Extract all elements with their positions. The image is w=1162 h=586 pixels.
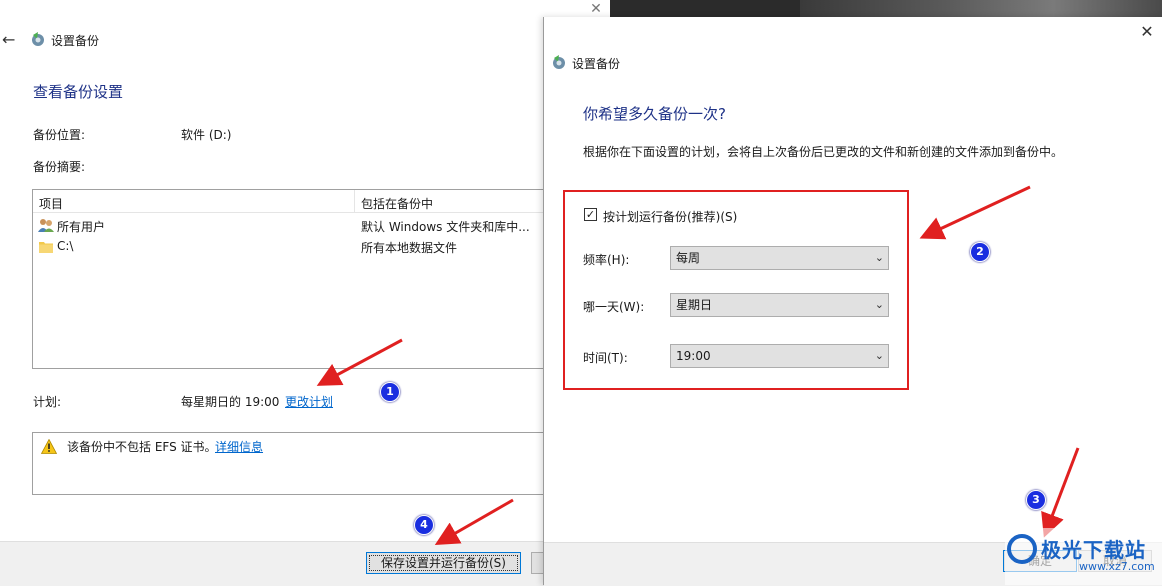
dialog-title: 设置备份 (572, 57, 621, 71)
table-row[interactable]: 所有用户 默认 Windows 文件夹和库中... (37, 217, 597, 235)
step-badge-2: 2 (970, 242, 990, 262)
row-included-value: 所有本地数据文件 (361, 241, 458, 255)
dialog-description: 根据你在下面设置的计划，会将自上次备份后已更改的文件和新创建的文件添加到备份中。 (583, 145, 1064, 159)
watermark-main-text: 极光下载站 (1041, 538, 1146, 562)
background-desktop-strip (610, 0, 1162, 18)
dialog-heading: 你希望多久备份一次? (583, 105, 726, 123)
folder-icon (39, 242, 53, 253)
page-title: 查看备份设置 (33, 83, 124, 101)
save-and-run-backup-button[interactable]: 保存设置并运行备份(S) (366, 552, 521, 574)
schedule-value: 每星期日的 19:00 (181, 395, 280, 409)
users-icon (38, 219, 54, 232)
column-header-item[interactable]: 项目 (39, 195, 63, 212)
table-row[interactable]: C:\ 所有本地数据文件 (37, 238, 597, 256)
row-item-name: 所有用户 (57, 220, 106, 234)
column-header-included[interactable]: 包括在备份中 (361, 195, 433, 212)
backup-summary-label: 备份摘要: (33, 160, 86, 174)
backup-app-icon (553, 55, 565, 69)
warning-icon (41, 439, 57, 454)
back-arrow-icon[interactable]: ← (2, 30, 15, 49)
backup-location-value: 软件 (D:) (181, 128, 232, 142)
watermark: 极光下载站 www.xz7.com (1005, 528, 1162, 585)
row-item-name: C:\ (57, 239, 74, 253)
backup-location-label: 备份位置: (33, 128, 86, 142)
backup-settings-window: ← 设置备份 查看备份设置 备份位置: 软件 (D:) 备份摘要: 项目 包括在… (0, 0, 610, 586)
step-badge-3: 3 (1026, 490, 1046, 510)
change-schedule-link[interactable]: 更改计划 (285, 393, 333, 410)
highlight-box (563, 190, 909, 390)
row-included-value: 默认 Windows 文件夹和库中... (361, 220, 530, 234)
details-link[interactable]: 详细信息 (215, 438, 263, 455)
table-header: 项目 包括在备份中 (33, 190, 609, 213)
watermark-logo-icon (1007, 534, 1037, 564)
summary-table: 项目 包括在备份中 所有用户 默认 Windows 文件夹和库中... C:\ … (32, 189, 610, 369)
step-badge-1: 1 (380, 382, 400, 402)
window-title: 设置备份 (51, 34, 100, 48)
close-icon[interactable]: ✕ (586, 0, 606, 18)
warning-text: 该备份中不包括 EFS 证书。 (67, 440, 217, 454)
schedule-label: 计划: (33, 395, 62, 409)
step-badge-4: 4 (414, 515, 434, 535)
watermark-url: www.xz7.com (1079, 560, 1155, 573)
backup-app-icon (32, 32, 44, 46)
warning-box: 该备份中不包括 EFS 证书。 详细信息 (32, 432, 610, 495)
close-icon[interactable]: ✕ (1137, 22, 1157, 41)
